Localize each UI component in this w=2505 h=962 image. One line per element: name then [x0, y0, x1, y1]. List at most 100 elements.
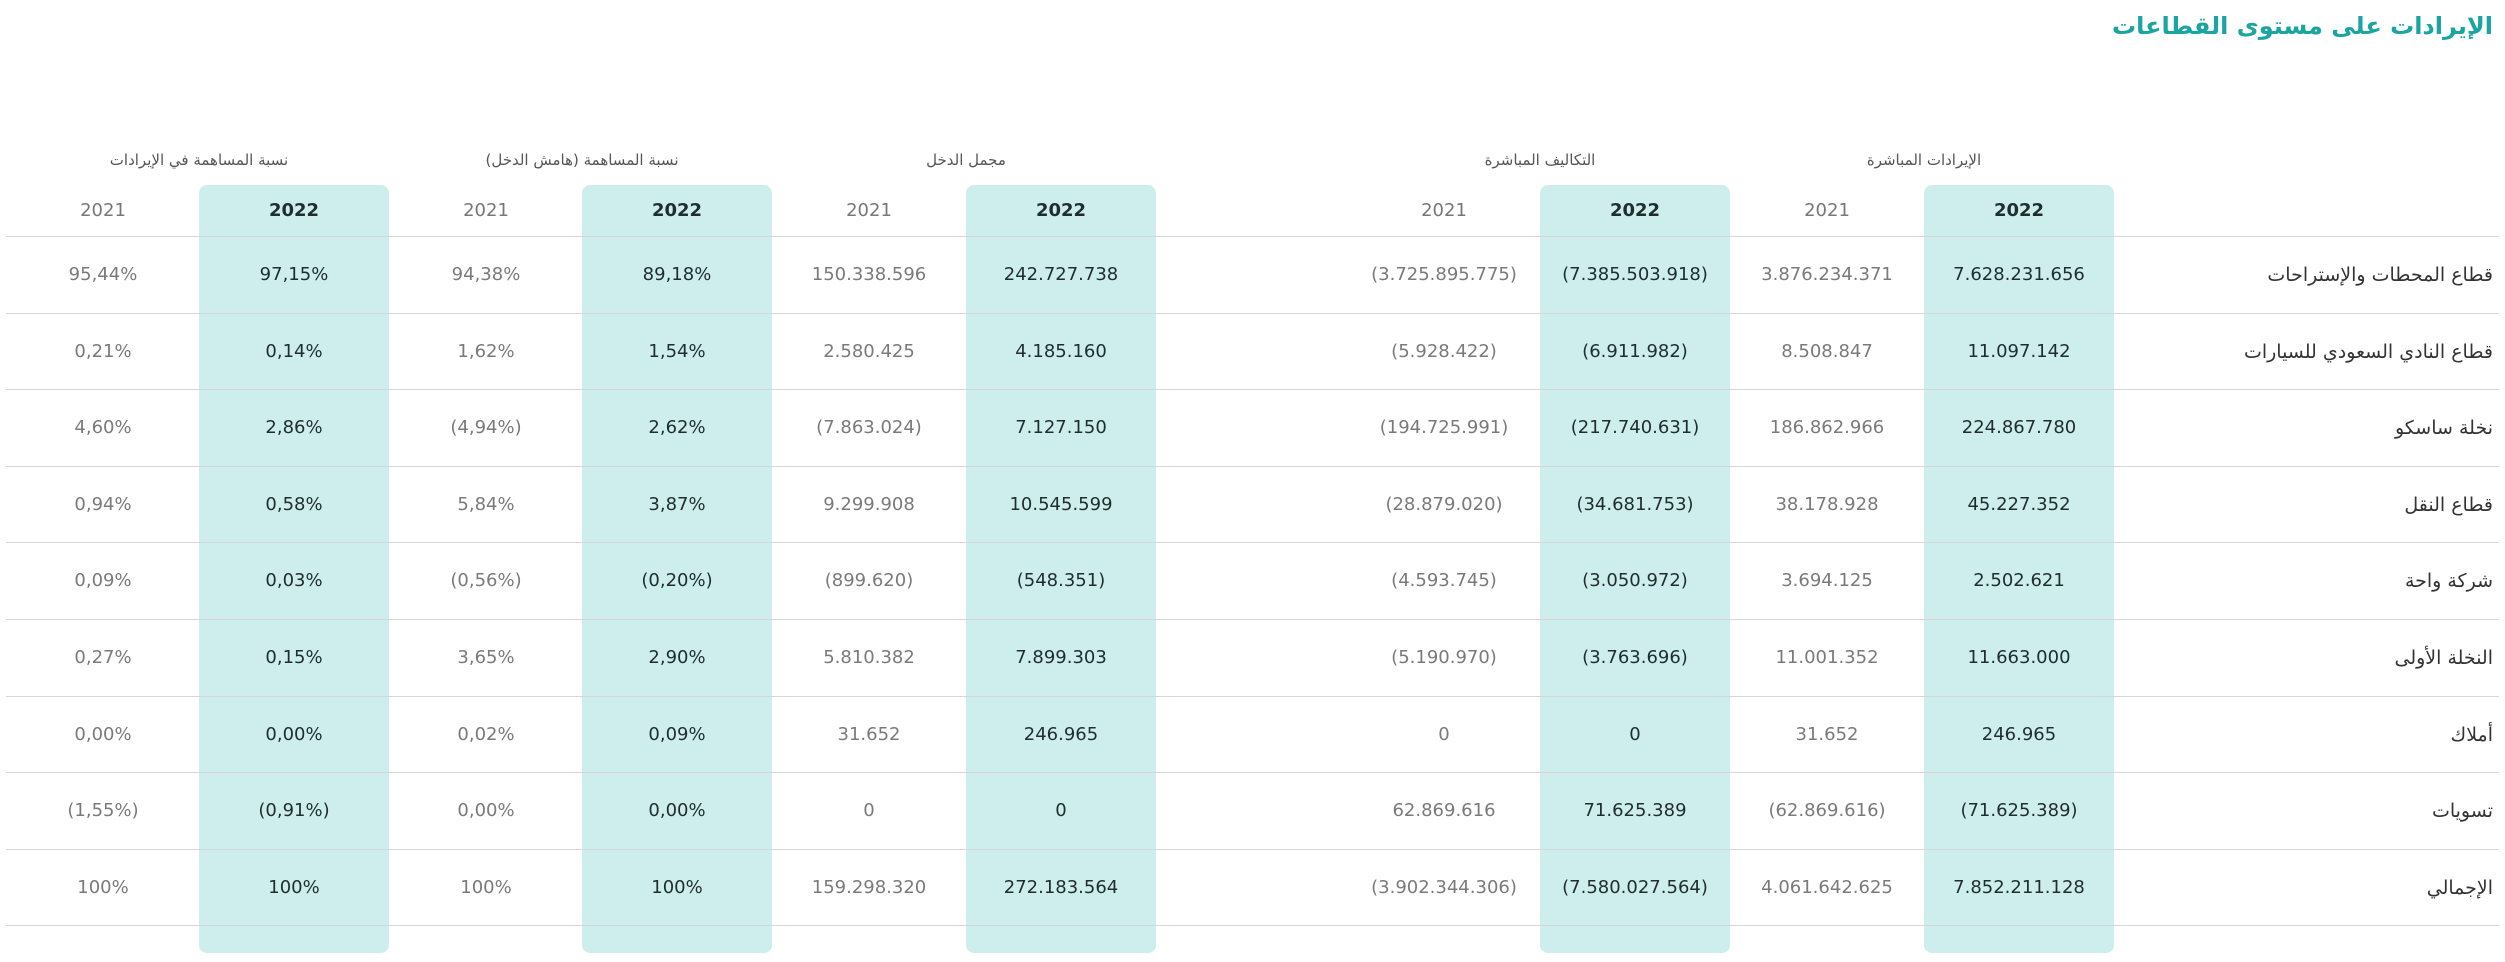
- year-margin-2021: 2021: [463, 200, 509, 221]
- table-row: الإجمالي 7.852.211.128 4.061.642.625 (7.580…: [0, 850, 2505, 926]
- row-label: شركة واحة: [2404, 570, 2493, 593]
- cell-revenue-2021: 31.652: [1795, 723, 1859, 745]
- cell-cost-2021: (3.725.895.775): [1371, 264, 1517, 285]
- cell-income-2021: 9.299.908: [823, 493, 915, 515]
- cell-income-2021: 0: [863, 800, 875, 822]
- cell-margin-2021: 1,62%: [457, 340, 515, 362]
- cell-cost-2021: (3.902.344.306): [1371, 876, 1517, 898]
- cell-share-2022: 0,00%: [265, 723, 323, 745]
- cell-income-2021: 150.338.596: [811, 264, 927, 285]
- cell-share-2022: 100%: [268, 876, 320, 898]
- cell-share-2021: 4,60%: [74, 417, 132, 439]
- table-row: أملاك 246.965 31.652 0 0 246.965 31.652 0,09% 0,…: [0, 697, 2505, 773]
- cell-revenue-2022: 246.965: [1981, 723, 2057, 745]
- header-contribution-margin: نسبة المساهمة (هامش الدخل): [485, 151, 679, 169]
- table-row: نخلة ساسكو 224.867.780 186.862.966 (217.740…: [0, 390, 2505, 466]
- cell-revenue-2022: 11.097.142: [1967, 340, 2071, 362]
- cell-cost-2021: (5.928.422): [1391, 340, 1497, 362]
- table-row: تسويات (71.625.389) (62.869.616) 71.625.389…: [0, 773, 2505, 849]
- cell-share-2022: 97,15%: [259, 264, 329, 285]
- cell-share-2021: 0,09%: [74, 570, 132, 592]
- cell-cost-2021: (4.593.745): [1391, 570, 1497, 592]
- page-title: الإيرادات على مستوى القطاعات: [2111, 12, 2493, 40]
- cell-cost-2021: (28.879.020): [1385, 493, 1503, 515]
- row-label: النخلة الأولى: [2394, 647, 2494, 669]
- cell-margin-2022: 89,18%: [642, 264, 712, 285]
- cell-margin-2021: 0,00%: [457, 800, 515, 822]
- cell-margin-2021: 94,38%: [451, 264, 521, 285]
- cell-income-2022: 7.899.303: [1015, 647, 1107, 668]
- cell-share-2021: 95,44%: [68, 264, 138, 285]
- cell-cost-2022: 0: [1629, 723, 1641, 745]
- year-income-2022: 2022: [1035, 200, 1087, 221]
- cell-cost-2021: (194.725.991): [1379, 417, 1509, 439]
- cell-cost-2021: 62.869.616: [1392, 800, 1496, 822]
- cell-margin-2022: 100%: [651, 876, 703, 898]
- cell-revenue-2021: 4.061.642.625: [1761, 876, 1893, 898]
- cell-revenue-2021: 38.178.928: [1775, 493, 1879, 515]
- cell-revenue-2021: 3.876.234.371: [1761, 264, 1893, 285]
- cell-income-2021: (899.620): [824, 570, 914, 592]
- cell-revenue-2022: 7.852.211.128: [1953, 876, 2085, 898]
- cell-cost-2021: 0: [1438, 723, 1450, 745]
- cell-margin-2022: 1,54%: [648, 340, 706, 362]
- cell-income-2022: (548.351): [1016, 570, 1106, 592]
- row-label: قطاع النقل: [2404, 493, 2493, 516]
- cell-margin-2022: 0,09%: [648, 723, 706, 745]
- cell-cost-2021: (5.190.970): [1391, 647, 1497, 668]
- table-row: قطاع النادي السعودي للسيارات 11.097.142 8.…: [0, 314, 2505, 390]
- row-label: قطاع المحطات والإستراحات: [2267, 264, 2493, 286]
- cell-share-2022: 0,58%: [265, 493, 323, 515]
- cell-margin-2021: 3,65%: [457, 647, 515, 668]
- cell-share-2022: 0,14%: [265, 340, 323, 362]
- cell-revenue-2022: 224.867.780: [1961, 417, 2077, 439]
- cell-cost-2022: (7.580.027.564): [1562, 876, 1708, 898]
- header-contribution-revenue: نسبة المساهمة في الإيرادات: [109, 151, 289, 169]
- cell-cost-2022: (7.385.503.918): [1562, 264, 1708, 285]
- cell-share-2021: 0,27%: [74, 647, 132, 668]
- cell-revenue-2022: 45.227.352: [1967, 493, 2071, 515]
- cell-income-2022: 0: [1055, 800, 1067, 822]
- year-cost-2021: 2021: [1421, 200, 1467, 221]
- row-label: نخلة ساسكو: [2394, 417, 2493, 440]
- cell-income-2022: 242.727.738: [1003, 264, 1119, 285]
- cell-share-2021: (1,55%): [67, 800, 139, 822]
- cell-income-2021: 2.580.425: [823, 340, 915, 362]
- cell-cost-2022: (217.740.631): [1570, 417, 1700, 439]
- table-row: قطاع النقل 45.227.352 38.178.928 (34.681.75…: [0, 467, 2505, 543]
- year-revenue-2021: 2021: [1804, 200, 1850, 221]
- table-row: شركة واحة 2.502.621 3.694.125 (3.050.972) (4…: [0, 543, 2505, 619]
- cell-share-2022: (0,91%): [258, 800, 330, 822]
- cell-share-2021: 100%: [77, 876, 129, 898]
- row-label: أملاك: [2450, 723, 2493, 746]
- cell-income-2022: 10.545.599: [1009, 493, 1113, 515]
- row-label: الإجمالي: [2426, 876, 2493, 899]
- cell-cost-2022: (34.681.753): [1576, 493, 1694, 515]
- row-divider: [6, 925, 2499, 927]
- cell-margin-2022: (0,20%): [641, 570, 713, 592]
- cell-margin-2022: 2,62%: [648, 417, 706, 439]
- cell-cost-2022: (3.050.972): [1582, 570, 1688, 592]
- cell-revenue-2021: 11.001.352: [1775, 647, 1879, 668]
- row-label: تسويات: [2431, 800, 2493, 823]
- cell-margin-2021: (0,56%): [450, 570, 522, 592]
- cell-revenue-2022: 7.628.231.656: [1953, 264, 2085, 285]
- cell-income-2022: 4.185.160: [1015, 340, 1107, 362]
- cell-revenue-2022: 11.663.000: [1967, 647, 2071, 668]
- cell-income-2022: 7.127.150: [1015, 417, 1107, 439]
- cell-income-2021: 31.652: [837, 723, 901, 745]
- cell-margin-2021: 100%: [460, 876, 512, 898]
- cell-income-2022: 272.183.564: [1003, 876, 1119, 898]
- cell-share-2022: 0,15%: [265, 647, 323, 668]
- cell-share-2021: 0,00%: [74, 723, 132, 745]
- year-margin-2022: 2022: [651, 200, 703, 221]
- year-revenue-2022: 2022: [1993, 200, 2045, 221]
- cell-revenue-2022: 2.502.621: [1973, 570, 2065, 592]
- header-total-income: مجمل الدخل: [926, 151, 1006, 169]
- cell-revenue-2021: (62.869.616): [1768, 800, 1886, 822]
- cell-margin-2022: 0,00%: [648, 800, 706, 822]
- cell-margin-2022: 3,87%: [648, 493, 706, 515]
- cell-revenue-2021: 3.694.125: [1781, 570, 1873, 592]
- year-share-2022: 2022: [268, 200, 320, 221]
- cell-income-2021: (7.863.024): [816, 417, 922, 439]
